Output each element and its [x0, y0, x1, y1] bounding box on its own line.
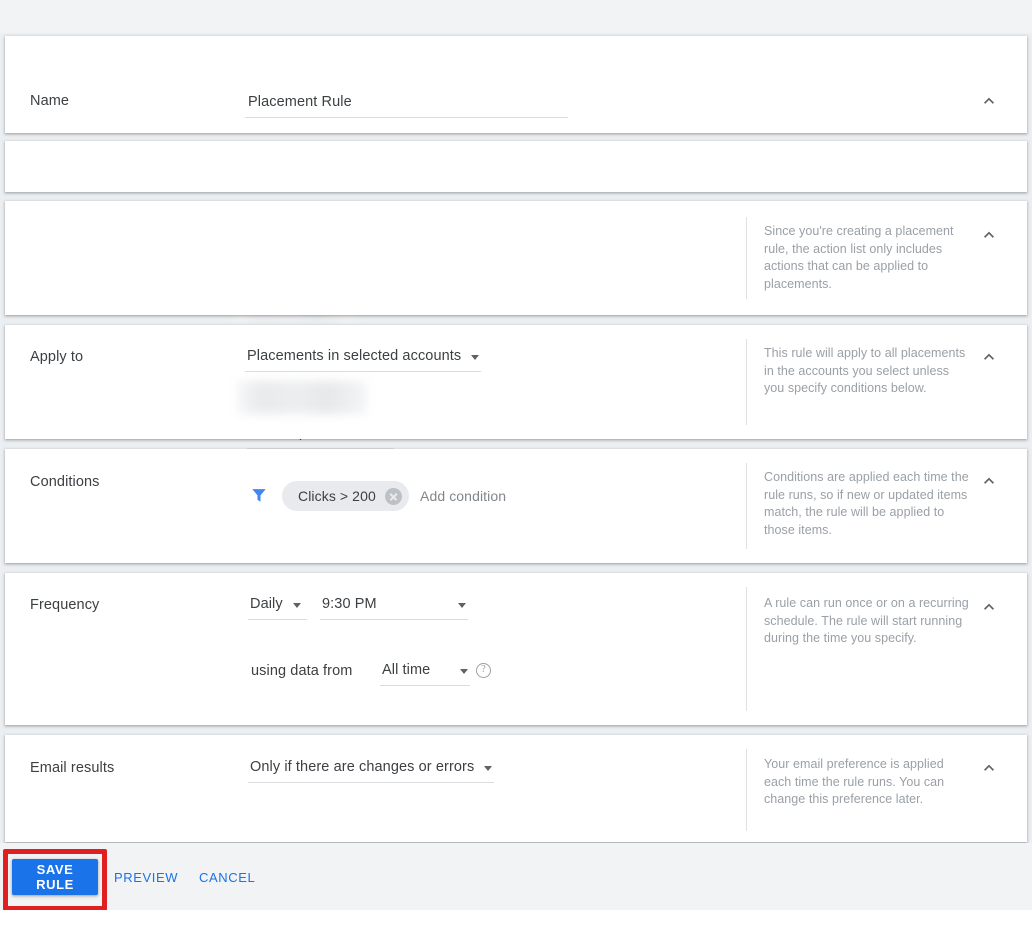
condition-chip-label: Clicks > 200: [298, 488, 376, 504]
add-condition-link[interactable]: Add condition: [420, 488, 506, 504]
rule-name-input[interactable]: [245, 94, 568, 118]
frequency-field-label: Frequency: [30, 597, 100, 613]
frequency-section-card: Frequency Daily 9:30 PM using data from …: [5, 573, 1027, 725]
apply-to-field-label: Apply to: [30, 349, 84, 365]
page-bottom-strip: [0, 910, 1032, 934]
help-divider: [746, 217, 747, 299]
email-results-field-label: Email results: [30, 760, 115, 776]
email-results-select[interactable]: Only if there are changes or errors: [248, 759, 495, 783]
frequency-time-select[interactable]: 9:30 PM: [320, 596, 468, 620]
condition-chip[interactable]: Clicks > 200: [282, 481, 409, 511]
apply-to-select-value: Placements in selected accounts: [247, 348, 462, 364]
chevron-down-icon: [460, 669, 468, 674]
selected-account-redacted: [237, 381, 367, 414]
apply-to-section-card: Apply to Placements in selected accounts…: [5, 325, 1027, 439]
apply-to-help-text: This rule will apply to all placements i…: [764, 346, 966, 395]
action-help-text: Since you're creating a placement rule, …: [764, 224, 954, 291]
chevron-down-icon: [471, 355, 480, 360]
conditions-section-card: Conditions Clicks > 200 Add condition Co…: [5, 449, 1027, 563]
question-mark-circle-icon[interactable]: ?: [476, 663, 491, 678]
action-section-card: Action Enable placements Since you're cr…: [5, 201, 1027, 449]
chevron-up-icon[interactable]: [979, 758, 999, 778]
email-results-help-text: Your email preference is applied each ti…: [764, 757, 945, 806]
rule-editor-page: Name Owner Action Enable placements Sinc…: [0, 0, 1032, 934]
filter-funnel-icon[interactable]: [249, 485, 269, 510]
conditions-help-text: Conditions are applied each time the rul…: [764, 470, 969, 537]
chevron-up-icon[interactable]: [979, 225, 999, 245]
owner-section-card: Owner: [5, 141, 1027, 321]
conditions-field-label: Conditions: [30, 474, 100, 490]
chevron-up-icon[interactable]: [979, 471, 999, 491]
email-results-section-card: Email results Only if there are changes …: [5, 735, 1027, 842]
chevron-up-icon[interactable]: [979, 91, 999, 111]
help-divider: [746, 587, 747, 711]
frequency-help-text: A rule can run once or on a recurring sc…: [764, 596, 969, 645]
cancel-button[interactable]: CANCEL: [199, 870, 255, 885]
footer-action-bar: SAVE RULE PREVIEW CANCEL: [0, 843, 1032, 910]
frequency-date-range-select[interactable]: All time: [380, 662, 470, 686]
frequency-interval-select[interactable]: Daily: [248, 596, 307, 620]
chevron-up-icon[interactable]: [979, 597, 999, 617]
apply-to-select[interactable]: Placements in selected accounts: [245, 348, 482, 372]
chevron-down-icon: [458, 603, 466, 608]
frequency-interval-value: Daily: [250, 596, 283, 612]
save-rule-button[interactable]: SAVE RULE: [12, 859, 98, 895]
email-results-select-value: Only if there are changes or errors: [250, 759, 475, 775]
help-divider: [746, 339, 747, 425]
help-divider: [746, 749, 747, 831]
chevron-up-icon[interactable]: [979, 347, 999, 367]
name-section-card: Name: [5, 36, 1027, 133]
chevron-down-icon: [484, 766, 493, 771]
frequency-date-range-value: All time: [382, 662, 431, 678]
frequency-time-value: 9:30 PM: [322, 596, 377, 612]
using-data-from-label: using data from: [251, 663, 353, 679]
name-field-label: Name: [30, 93, 70, 109]
close-circle-icon[interactable]: [384, 487, 402, 505]
help-divider: [746, 463, 747, 549]
chevron-down-icon: [292, 603, 301, 608]
page-top-strip: [0, 0, 1032, 33]
preview-button[interactable]: PREVIEW: [114, 870, 178, 885]
